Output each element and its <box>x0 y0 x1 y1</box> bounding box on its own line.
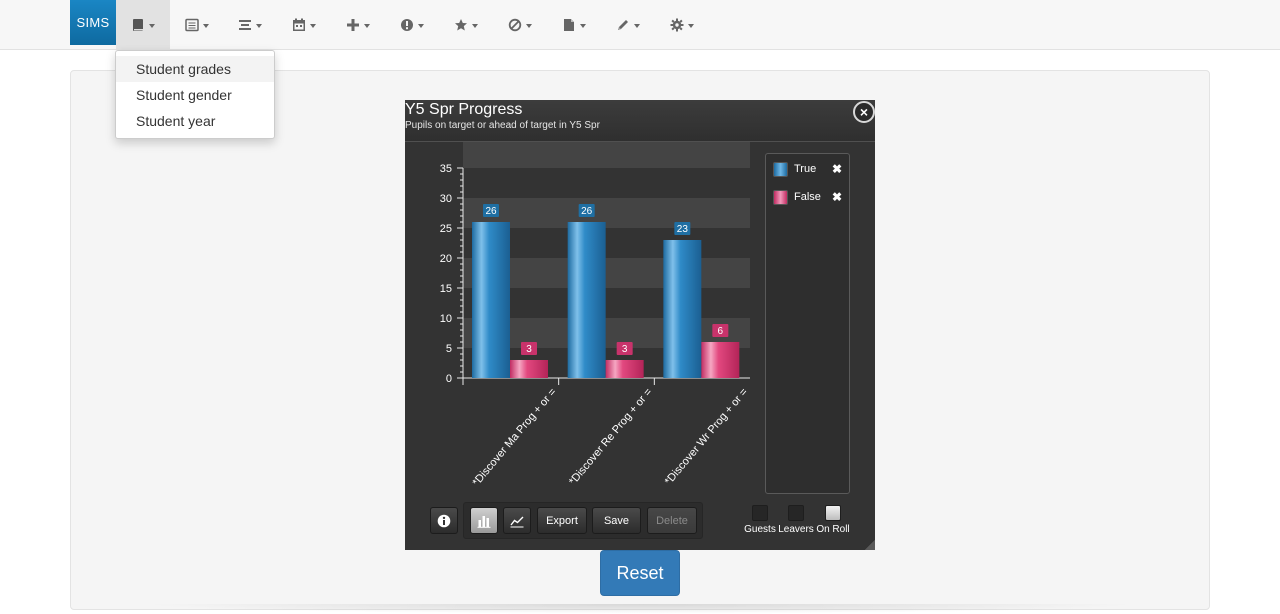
widget-header: Y5 Spr Progress Pupils on target or ahea… <box>405 100 875 142</box>
nav-add-menu[interactable] <box>331 0 385 50</box>
x-category-label: *Discover Re Prog + or = <box>567 386 655 487</box>
y-tick-label: 35 <box>440 163 452 175</box>
nav-align-menu[interactable] <box>223 0 277 50</box>
line-chart-icon <box>510 516 524 527</box>
export-button[interactable]: Export <box>537 507 587 534</box>
y-tick-label: 30 <box>440 193 452 205</box>
bar-false <box>510 360 548 378</box>
y-tick-label: 0 <box>446 373 452 385</box>
legend-label-false: False <box>794 191 821 203</box>
remove-series-true-icon[interactable]: ✖ <box>832 162 842 176</box>
legend-swatch-true <box>773 161 788 177</box>
menu-item-student-grades[interactable]: Student grades <box>116 56 274 82</box>
star-icon <box>455 19 467 31</box>
info-button[interactable] <box>430 507 458 534</box>
close-widget-button[interactable]: × <box>853 101 875 123</box>
bar-chart-icon <box>477 515 491 528</box>
y-tick-label: 10 <box>440 313 452 325</box>
data-label: 26 <box>581 206 593 217</box>
chart-subtitle: Pupils on target or ahead of target in Y… <box>405 120 600 131</box>
caret-down-icon <box>418 24 424 28</box>
caret-down-icon <box>256 24 262 28</box>
caret-down-icon <box>364 24 370 28</box>
align-center-icon <box>239 20 251 30</box>
brand-logo[interactable]: SIMS <box>70 0 116 45</box>
nav-edit-menu[interactable] <box>601 0 655 50</box>
x-category-label: *Discover Ma Prog + or = <box>470 386 559 488</box>
data-label: 3 <box>526 344 532 355</box>
nav-favourites-menu[interactable] <box>439 0 493 50</box>
menu-item-student-gender[interactable]: Student gender <box>116 82 274 108</box>
guests-checkbox[interactable] <box>752 505 768 521</box>
grid-band <box>463 142 750 168</box>
bar-true <box>663 240 702 378</box>
caret-down-icon <box>149 24 155 28</box>
data-label: 6 <box>718 326 724 337</box>
nav-list-menu[interactable] <box>170 0 224 50</box>
bar-chart-view-button[interactable] <box>470 507 498 534</box>
line-chart-view-button[interactable] <box>503 507 531 534</box>
y-tick-label: 25 <box>440 223 452 235</box>
bar-true <box>567 222 606 378</box>
legend-label-true: True <box>794 163 817 175</box>
ban-icon <box>508 18 522 32</box>
remove-series-false-icon[interactable]: ✖ <box>832 190 842 204</box>
exclamation-circle-icon <box>401 19 413 31</box>
caret-down-icon <box>526 24 532 28</box>
legend-swatch-false <box>773 189 788 205</box>
x-category-label: *Discover Wr Prog + or = <box>663 386 751 487</box>
nav-book-menu[interactable] <box>116 0 170 50</box>
caret-down-icon <box>580 24 586 28</box>
caret-down-icon <box>310 24 316 28</box>
caret-down-icon <box>634 24 640 28</box>
nav-settings-menu[interactable] <box>655 0 709 50</box>
file-icon <box>564 19 574 31</box>
guests-label: Guests <box>744 524 776 535</box>
legend-item-false[interactable]: False ✖ <box>773 189 843 205</box>
caret-down-icon <box>688 24 694 28</box>
data-label: 26 <box>485 206 497 217</box>
y-tick-label: 20 <box>440 253 452 265</box>
nav-restrictions-menu[interactable] <box>493 0 547 50</box>
on-roll-label: On Roll <box>816 524 850 535</box>
chart-widget: Y5 Spr Progress Pupils on target or ahea… <box>405 100 875 550</box>
menu-item-student-year[interactable]: Student year <box>116 108 274 134</box>
top-navbar: SIMS <box>0 0 1280 50</box>
y-tick-label: 5 <box>446 343 452 355</box>
chart-legend: True ✖ False ✖ <box>765 153 850 494</box>
y-tick-label: 15 <box>440 283 452 295</box>
data-label: 23 <box>677 224 689 235</box>
bar-false <box>605 360 644 378</box>
caret-down-icon <box>203 24 209 28</box>
nav-documents-menu[interactable] <box>547 0 601 50</box>
delete-button[interactable]: Delete <box>647 507 697 534</box>
panel-shadow <box>140 604 1140 614</box>
calendar-icon <box>293 18 305 31</box>
leavers-label: Leavers <box>778 524 814 535</box>
close-icon: × <box>859 104 869 120</box>
bar-false <box>701 342 740 378</box>
book-icon <box>133 19 143 31</box>
info-icon <box>437 514 451 527</box>
reports-dropdown-menu: Student grades Student gender Student ye… <box>115 50 275 139</box>
cog-icon <box>670 18 684 32</box>
bar-chart: 05101520253035*Discover Ma Prog + or = *D… <box>440 142 751 489</box>
leavers-checkbox[interactable] <box>788 505 804 521</box>
data-label: 3 <box>622 344 628 355</box>
plus-icon <box>347 19 359 31</box>
list-alt-icon <box>185 18 199 32</box>
pencil-icon <box>618 20 628 30</box>
on-roll-checkbox[interactable] <box>825 505 841 521</box>
resize-handle[interactable] <box>865 540 875 550</box>
reset-button[interactable]: Reset <box>600 550 680 596</box>
chart-title: Y5 Spr Progress <box>405 101 523 118</box>
legend-item-true[interactable]: True ✖ <box>773 161 843 177</box>
nav-calendar-menu[interactable] <box>277 0 331 50</box>
save-button[interactable]: Save <box>592 507 641 534</box>
caret-down-icon <box>472 24 478 28</box>
bar-true <box>472 222 510 378</box>
nav-alerts-menu[interactable] <box>385 0 439 50</box>
